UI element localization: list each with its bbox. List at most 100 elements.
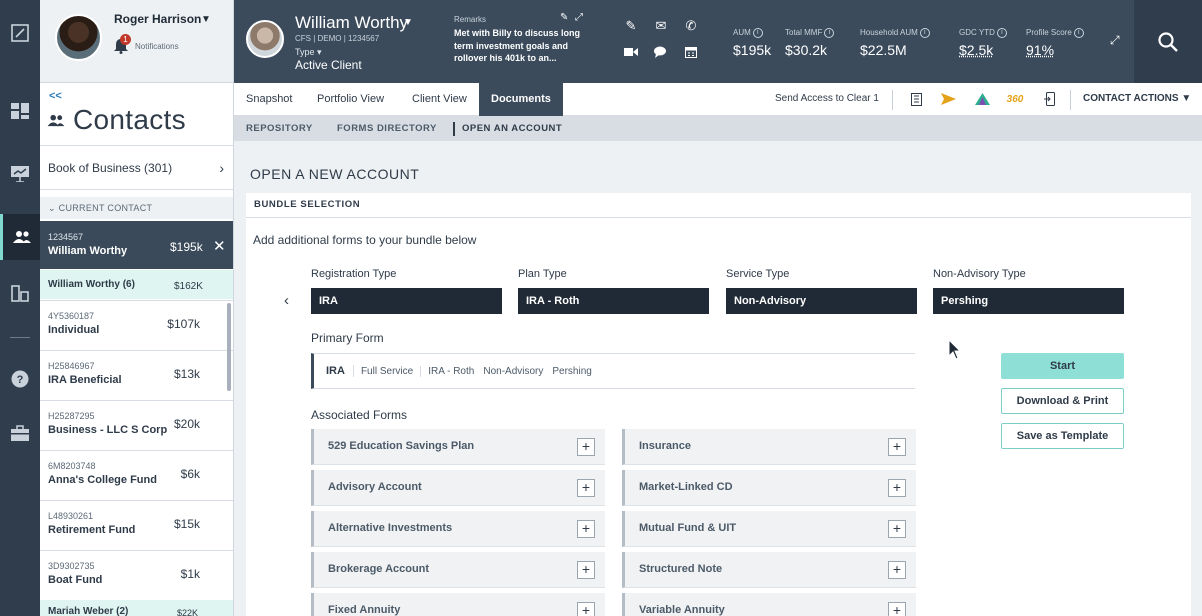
add-form-button[interactable]: + xyxy=(888,561,906,579)
current-contact-header[interactable]: ⌄ CURRENT CONTACT xyxy=(40,197,233,219)
metric-label: Total MMF xyxy=(785,28,823,37)
service-type-select[interactable]: Non-Advisory xyxy=(726,288,917,314)
add-form-button[interactable]: + xyxy=(577,561,595,579)
subtab-open-an-account[interactable]: OPEN AN ACCOUNT xyxy=(462,123,562,134)
account-item[interactable]: 4Y5360187 Individual $107k xyxy=(40,300,233,350)
search-button[interactable] xyxy=(1134,0,1202,83)
chat-icon[interactable] xyxy=(652,44,670,60)
tab-documents[interactable]: Documents xyxy=(479,83,563,116)
client-avatar[interactable] xyxy=(246,20,284,58)
associated-form-item[interactable]: Brokerage Account + xyxy=(311,552,605,588)
client-meta: CFS | DEMO | 1234567 xyxy=(295,34,380,43)
calendar-icon[interactable] xyxy=(682,44,700,60)
account-item[interactable]: L48930261 Retirement Fund $15k xyxy=(40,500,233,550)
download-print-button[interactable]: Download & Print xyxy=(1001,388,1124,414)
user-menu-caret-icon[interactable]: ▼ xyxy=(201,14,211,25)
contacts-icon[interactable] xyxy=(0,214,40,260)
collapse-panel-button[interactable]: << xyxy=(49,90,62,102)
phone-icon[interactable]: ✆ xyxy=(682,18,700,34)
video-icon[interactable] xyxy=(622,44,640,60)
subtab-repository[interactable]: REPOSITORY xyxy=(246,123,313,134)
plan-type-select[interactable]: IRA - Roth xyxy=(518,288,709,314)
associated-form-item[interactable]: 529 Education Savings Plan + xyxy=(311,429,605,465)
household-item[interactable]: William Worthy (6) $162K xyxy=(40,270,233,299)
household-item[interactable]: Mariah Weber (2) $22K xyxy=(40,600,233,616)
presentation-icon[interactable] xyxy=(0,151,40,197)
triangle-logo-icon[interactable] xyxy=(974,91,990,107)
metric-aum[interactable]: AUM i $195k xyxy=(733,28,771,58)
edit-icon[interactable]: ✎ xyxy=(622,18,640,34)
info-icon[interactable]: i xyxy=(1073,28,1084,38)
help-icon[interactable]: ? xyxy=(0,356,40,402)
add-form-button[interactable]: + xyxy=(888,479,906,497)
tab-snapshot[interactable]: Snapshot xyxy=(234,83,304,116)
add-form-button[interactable]: + xyxy=(577,520,595,538)
associated-form-item[interactable]: Alternative Investments + xyxy=(311,511,605,547)
360-icon[interactable]: 360 xyxy=(1007,91,1024,107)
account-item[interactable]: H25287295 Business - LLC S Corp $20k xyxy=(40,400,233,450)
briefcase-icon[interactable] xyxy=(0,410,40,456)
associated-form-item[interactable]: Variable Annuity + xyxy=(622,593,916,616)
app-logo-icon[interactable] xyxy=(0,10,40,56)
info-icon[interactable]: i xyxy=(752,28,763,38)
chevron-left-icon[interactable]: ‹ xyxy=(284,292,289,309)
subtab-forms-directory[interactable]: FORMS DIRECTORY xyxy=(337,123,437,134)
account-name: Individual xyxy=(48,324,100,336)
save-as-template-button[interactable]: Save as Template xyxy=(1001,423,1124,449)
pencil-icon[interactable]: ✎ xyxy=(560,12,568,23)
dashboard-icon[interactable] xyxy=(0,88,40,134)
client-name[interactable]: William Worthy xyxy=(295,13,408,33)
info-icon[interactable]: i xyxy=(919,28,930,38)
contact-actions-dropdown[interactable]: CONTACT ACTIONS ▼ xyxy=(1083,93,1191,104)
account-item[interactable]: 3D9302735 Boat Fund $1k xyxy=(40,550,233,600)
add-form-button[interactable]: + xyxy=(577,602,595,616)
add-form-button[interactable]: + xyxy=(577,438,595,456)
send-arrow-icon[interactable] xyxy=(940,91,956,107)
associated-form-item[interactable]: Mutual Fund & UIT + xyxy=(622,511,916,547)
associated-form-item[interactable]: Fixed Annuity + xyxy=(311,593,605,616)
account-item[interactable]: H25846967 IRA Beneficial $13k xyxy=(40,350,233,400)
client-type-dropdown[interactable]: Type ▾ xyxy=(295,47,322,58)
start-button[interactable]: Start xyxy=(1001,353,1124,379)
account-item[interactable]: 6M8203748 Anna's College Fund $6k xyxy=(40,450,233,500)
associated-form-item[interactable]: Insurance + xyxy=(622,429,916,465)
associated-form-item[interactable]: Market-Linked CD + xyxy=(622,470,916,506)
book-of-business-link[interactable]: Book of Business (301) › xyxy=(40,145,233,190)
mobile-export-icon[interactable] xyxy=(1041,91,1057,107)
info-icon[interactable]: i xyxy=(824,28,835,38)
book-of-business-label: Book of Business (301) xyxy=(48,160,173,175)
add-form-button[interactable]: + xyxy=(888,602,906,616)
tab-client-view[interactable]: Client View xyxy=(400,83,479,116)
expand-remarks-icon[interactable]: ⤢ xyxy=(575,12,583,23)
add-form-button[interactable]: + xyxy=(888,520,906,538)
reports-icon[interactable] xyxy=(0,270,40,316)
email-icon[interactable]: ✉ xyxy=(652,18,670,34)
notifications-label[interactable]: Notifications xyxy=(135,42,179,51)
metric-profile-score[interactable]: Profile Score i 91% xyxy=(1026,28,1084,58)
associated-form-item[interactable]: Advisory Account + xyxy=(311,470,605,506)
account-name: IRA Beneficial xyxy=(48,374,122,386)
contacts-heading: Contacts xyxy=(73,104,186,135)
registration-type-select[interactable]: IRA xyxy=(311,288,502,314)
close-icon[interactable]: ✕ xyxy=(213,237,226,255)
notebook-icon[interactable] xyxy=(908,91,924,107)
tab-portfolio-view[interactable]: Portfolio View xyxy=(305,83,396,116)
info-icon[interactable]: i xyxy=(996,28,1007,38)
metric-total-mmf[interactable]: Total MMF i $30.2k xyxy=(785,28,835,58)
add-form-button[interactable]: + xyxy=(888,438,906,456)
expand-icon[interactable]: ⤢ xyxy=(1110,33,1120,48)
non-advisory-type-select[interactable]: Pershing xyxy=(933,288,1124,314)
metric-household-aum[interactable]: Household AUM i $22.5M xyxy=(860,28,930,58)
contacts-scrollbar[interactable] xyxy=(227,303,231,391)
client-menu-caret-icon[interactable]: ▼ xyxy=(403,17,413,28)
metric-gdc-ytd[interactable]: GDC YTD i $2.5k xyxy=(959,28,1007,58)
add-form-button[interactable]: + xyxy=(577,479,595,497)
user-name[interactable]: Roger Harrison xyxy=(114,12,201,26)
current-contact-item[interactable]: 1234567 William Worthy $195k ✕ xyxy=(40,221,233,269)
account-value: $107k xyxy=(167,317,200,331)
non-advisory-type-label: Non-Advisory Type xyxy=(933,268,1026,280)
main-content: OPEN A NEW ACCOUNT BUNDLE SELECTION Add … xyxy=(234,141,1202,616)
user-avatar[interactable] xyxy=(55,14,102,61)
send-access-link[interactable]: Send Access to Clear 1 xyxy=(775,93,879,104)
associated-form-item[interactable]: Structured Note + xyxy=(622,552,916,588)
